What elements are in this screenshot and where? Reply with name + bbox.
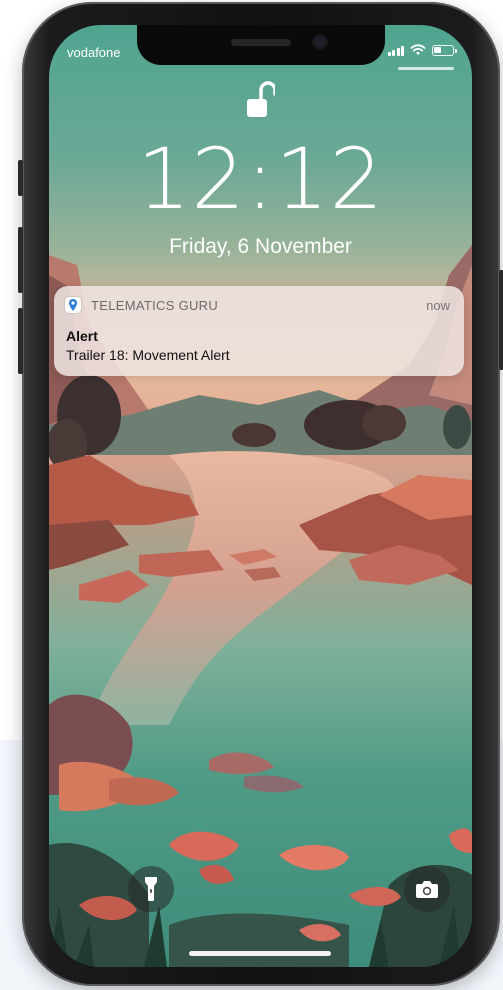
lock-screen: vodafone 12:12 Friday, 6 November TELEMA… bbox=[49, 25, 472, 967]
silent-switch bbox=[18, 160, 23, 196]
flashlight-icon bbox=[145, 877, 157, 901]
home-indicator[interactable] bbox=[189, 951, 331, 956]
camera-button[interactable] bbox=[404, 866, 450, 912]
lock-screen-time: 12:12 bbox=[136, 130, 385, 228]
lock-screen-date: Friday, 6 November bbox=[169, 235, 352, 258]
side-button bbox=[499, 270, 503, 370]
flashlight-button[interactable] bbox=[128, 866, 174, 912]
front-camera bbox=[314, 36, 326, 48]
app-icon bbox=[65, 297, 81, 313]
notification-app-name: TELEMATICS GURU bbox=[91, 298, 219, 313]
unlocked-padlock-icon bbox=[247, 81, 275, 117]
control-center-indicator[interactable] bbox=[398, 67, 454, 70]
earpiece-speaker bbox=[231, 39, 291, 46]
wifi-icon bbox=[410, 44, 426, 55]
notch bbox=[137, 25, 385, 65]
battery-icon bbox=[432, 44, 457, 56]
volume-up-button bbox=[18, 227, 23, 293]
battery-level-fill bbox=[434, 46, 441, 53]
notification-card[interactable]: TELEMATICS GURU now Alert Trailer 18: Mo… bbox=[54, 286, 464, 376]
location-pin-icon bbox=[69, 299, 77, 311]
volume-down-button bbox=[18, 308, 23, 374]
signal-icon bbox=[387, 45, 404, 56]
status-icons bbox=[387, 44, 457, 56]
carrier-label: vodafone bbox=[67, 45, 121, 60]
notification-time: now bbox=[426, 298, 450, 313]
notification-title: Alert bbox=[66, 328, 98, 344]
notification-body: Trailer 18: Movement Alert bbox=[66, 347, 230, 363]
camera-icon bbox=[416, 881, 438, 898]
iphone-frame: vodafone 12:12 Friday, 6 November TELEMA… bbox=[18, 2, 503, 986]
